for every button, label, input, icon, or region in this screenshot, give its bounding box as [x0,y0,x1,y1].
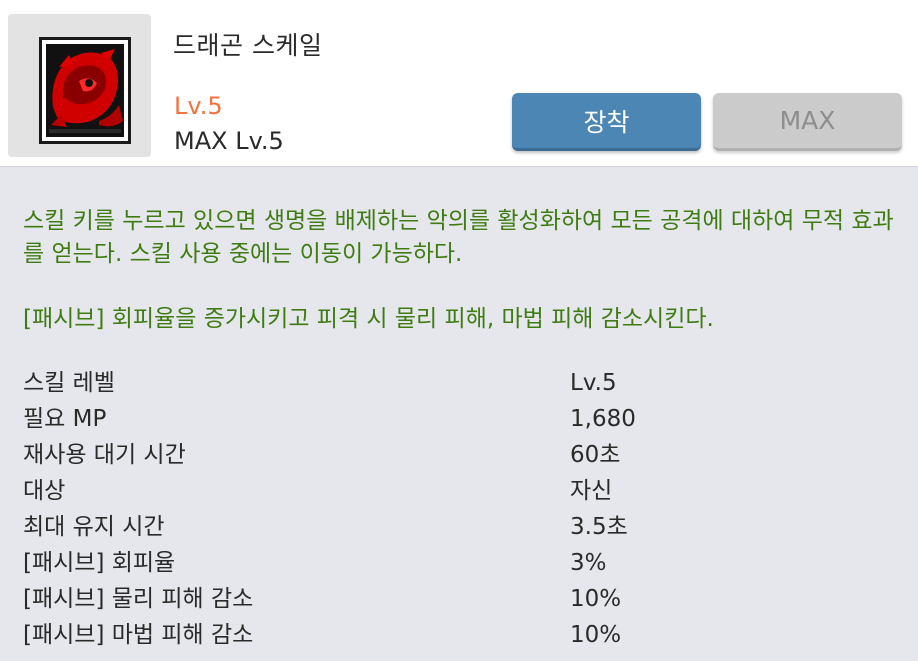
stat-value: 10% [570,586,622,612]
stat-label: 대상 [23,478,66,504]
dragon-scale-icon [39,37,131,144]
stat-row: 재사용 대기 시간 60초 [23,437,903,473]
stat-label: 최대 유지 시간 [23,514,165,540]
stat-value: 60초 [570,442,621,468]
skill-max-level: MAX Lv.5 [174,127,284,155]
stat-value: 10% [570,622,622,648]
skill-description: 스킬 키를 누르고 있으면 생명을 배제하는 악의를 활성화하여 모든 공격에 … [23,208,894,267]
stat-row: 대상 자신 [23,473,903,509]
stat-row: 필요 MP 1,680 [23,401,903,437]
stat-label: [패시브] 물리 피해 감소 [23,586,254,612]
stat-label: 재사용 대기 시간 [23,442,186,468]
stat-row: [패시브] 회피율 3% [23,545,903,581]
stat-value: 3% [570,550,607,576]
stats-table: 스킬 레벨 Lv.5 필요 MP 1,680 재사용 대기 시간 60초 대상 … [23,365,903,653]
stat-label: 스킬 레벨 [23,370,115,396]
skill-level: Lv.5 [174,92,223,120]
skill-icon-frame [8,14,151,157]
equip-button[interactable]: 장착 [512,93,701,151]
stat-row: 스킬 레벨 Lv.5 [23,365,903,401]
passive-description: [패시브] 회피율을 증가시키고 피격 시 물리 피해, 마법 피해 감소시킨다… [23,306,714,332]
stat-value: 1,680 [570,406,636,432]
skill-header: 드래곤 스케일 Lv.5 MAX Lv.5 장착 MAX [0,0,918,167]
max-button[interactable]: MAX [713,93,902,151]
stat-label: [패시브] 회피율 [23,550,176,576]
skill-name: 드래곤 스케일 [173,31,323,60]
stat-label: [패시브] 마법 피해 감소 [23,622,254,648]
stat-value: 자신 [570,478,613,504]
stat-value: Lv.5 [570,370,617,396]
stat-value: 3.5초 [570,514,628,540]
stat-label: 필요 MP [23,406,107,432]
stat-row: [패시브] 마법 피해 감소 10% [23,617,903,653]
stat-row: [패시브] 물리 피해 감소 10% [23,581,903,617]
stat-row: 최대 유지 시간 3.5초 [23,509,903,545]
